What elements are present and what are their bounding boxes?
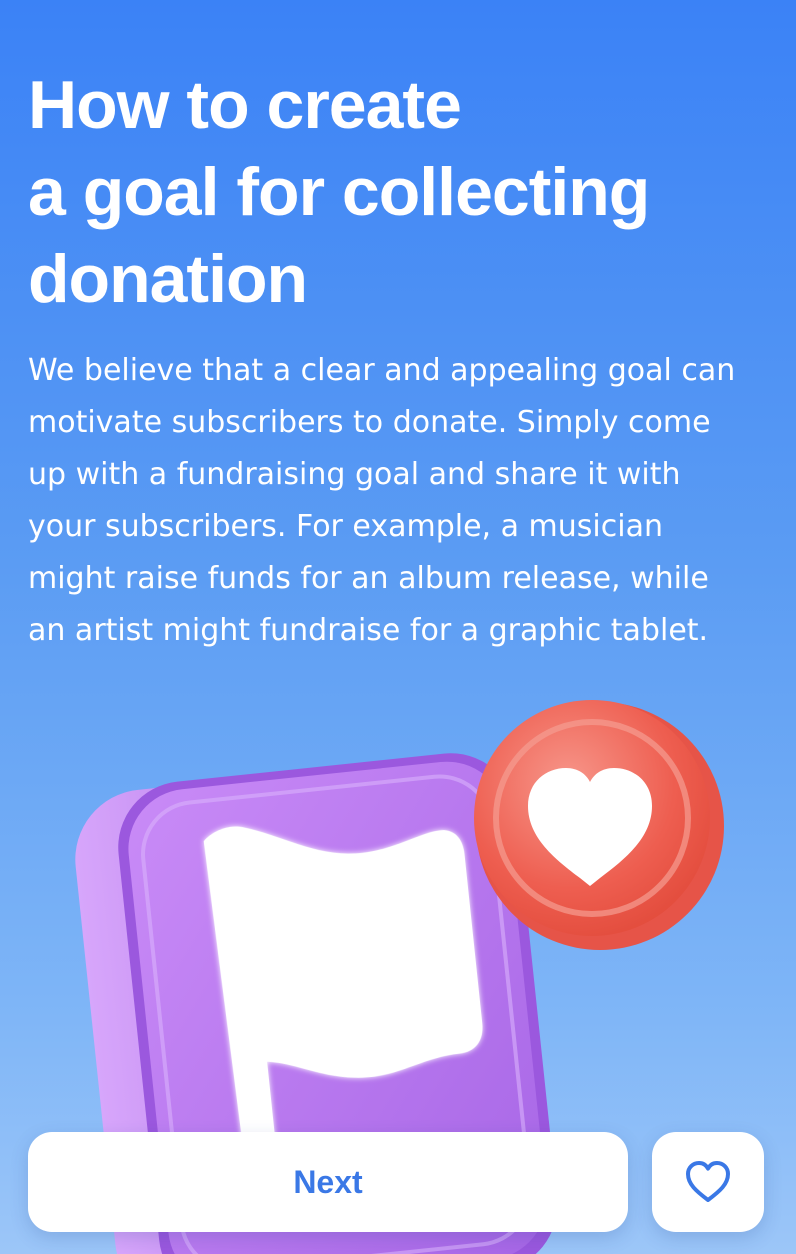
description-line: up with a fundraising goal and share it …	[28, 457, 681, 492]
heart-badge	[474, 700, 724, 950]
next-button-label: Next	[293, 1163, 363, 1200]
title-line: How to create	[28, 67, 462, 143]
title-line: donation	[28, 241, 308, 317]
description-line: motivate subscribers to donate. Simply c…	[28, 405, 711, 440]
title-line: a goal for collecting	[28, 154, 650, 230]
description-line: We believe that a clear and appealing go…	[28, 353, 736, 388]
description-line: might raise funds for an album release, …	[28, 561, 709, 596]
page-title: How to create a goal for collecting dona…	[28, 62, 768, 323]
description-text: We believe that a clear and appealing go…	[28, 345, 778, 657]
favorite-button[interactable]	[652, 1132, 764, 1232]
heart-outline-icon	[686, 1161, 730, 1202]
onboarding-screen: How to create a goal for collecting dona…	[0, 0, 796, 1254]
description-line: your subscribers. For example, a musicia…	[28, 509, 663, 544]
description-line: an artist might fundraise for a graphic …	[28, 613, 709, 648]
next-button[interactable]: Next	[28, 1132, 628, 1232]
